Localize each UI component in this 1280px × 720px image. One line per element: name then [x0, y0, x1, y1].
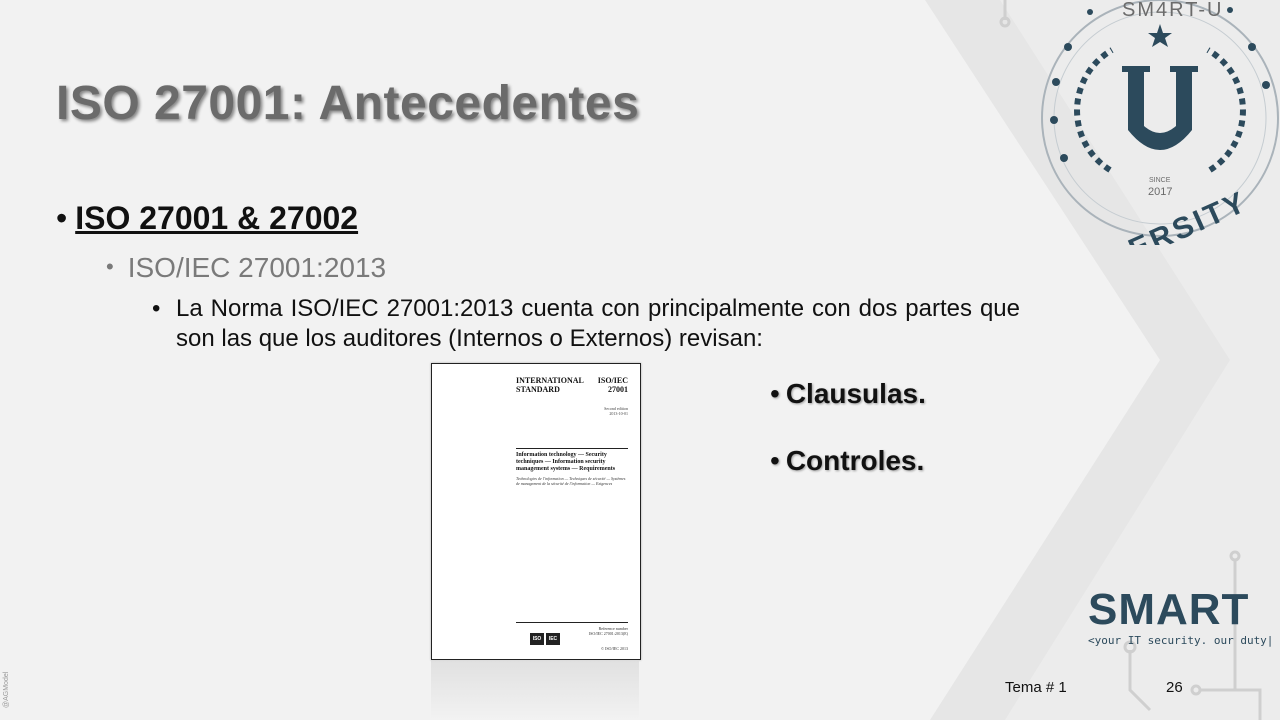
seal-year-text: 2017 [1148, 186, 1172, 198]
doc-reference: Reference number ISO/IEC 27001:2013(E) [588, 626, 628, 636]
doc-title: Information technology — Security techni… [516, 452, 616, 472]
bullet-level-1: • ISO 27001 & 27002 [56, 200, 358, 237]
bullet-level-3: • La Norma ISO/IEC 27001:2013 cuenta con… [152, 294, 1020, 354]
slide-page-number: 26 [1166, 679, 1183, 696]
doc-copyright: © ISO/IEC 2013 [600, 646, 628, 651]
bullet-level-2: • ISO/IEC 27001:2013 [106, 252, 386, 284]
doc-header-right: ISO/IEC 27001 [598, 376, 628, 394]
bullet-clausulas-text: Clausulas. [785, 378, 926, 409]
iec-logo: IEC [546, 633, 560, 645]
bullet-dot: • [106, 254, 114, 279]
bullet-dot: • [770, 445, 780, 476]
bullet-dot: • [152, 295, 161, 322]
side-credit-text: @AGModel [3, 671, 10, 708]
doc-edition: Second edition 2013-10-01 [604, 406, 628, 416]
doc-rule [516, 448, 628, 449]
bullet-level-2-text: ISO/IEC 27001:2013 [127, 252, 387, 283]
seal-bottom-text: ERSITY [1124, 185, 1253, 245]
bullet-level-3-text: La Norma ISO/IEC 27001:2013 cuenta con p… [176, 295, 1020, 352]
bullet-dot: • [56, 200, 68, 236]
footer-topic-label: Tema # 1 [1005, 679, 1067, 696]
doc-subtitle: Technologies de l'information — Techniqu… [516, 476, 626, 486]
doc-rule [516, 622, 628, 623]
seal-since-text: SINCE [1149, 177, 1171, 184]
smart-logo-word: SMART [1088, 585, 1250, 634]
iso-standard-cover-image: INTERNATIONAL STANDARD ISO/IEC 27001 Sec… [431, 363, 641, 660]
seal-top-text: SM4RT-U [1122, 0, 1223, 21]
document-reflection [431, 660, 639, 720]
bullet-dot: • [770, 378, 780, 409]
smart-logo-tagline: <your IT security. our duty| [1088, 634, 1274, 647]
iso-logo: ISO [530, 633, 544, 645]
doc-header-right-top: ISO/IEC [597, 376, 628, 385]
bullet-level-1-text: ISO 27001 & 27002 [75, 200, 359, 236]
slide-title: ISO 27001: Antecedentes [56, 77, 640, 130]
smart-logo: SMART <your IT security. our duty| [1088, 585, 1274, 648]
bullet-clausulas: • Clausulas. [770, 378, 926, 410]
doc-header-left: INTERNATIONAL STANDARD [516, 376, 584, 394]
bullet-controles-text: Controles. [785, 445, 925, 476]
university-seal-logo: SM4RT-U SINCE 2017 ERSITY [1041, 0, 1279, 245]
bullet-controles: • Controles. [770, 445, 924, 477]
doc-header-right-bottom: 27001 [608, 385, 628, 394]
